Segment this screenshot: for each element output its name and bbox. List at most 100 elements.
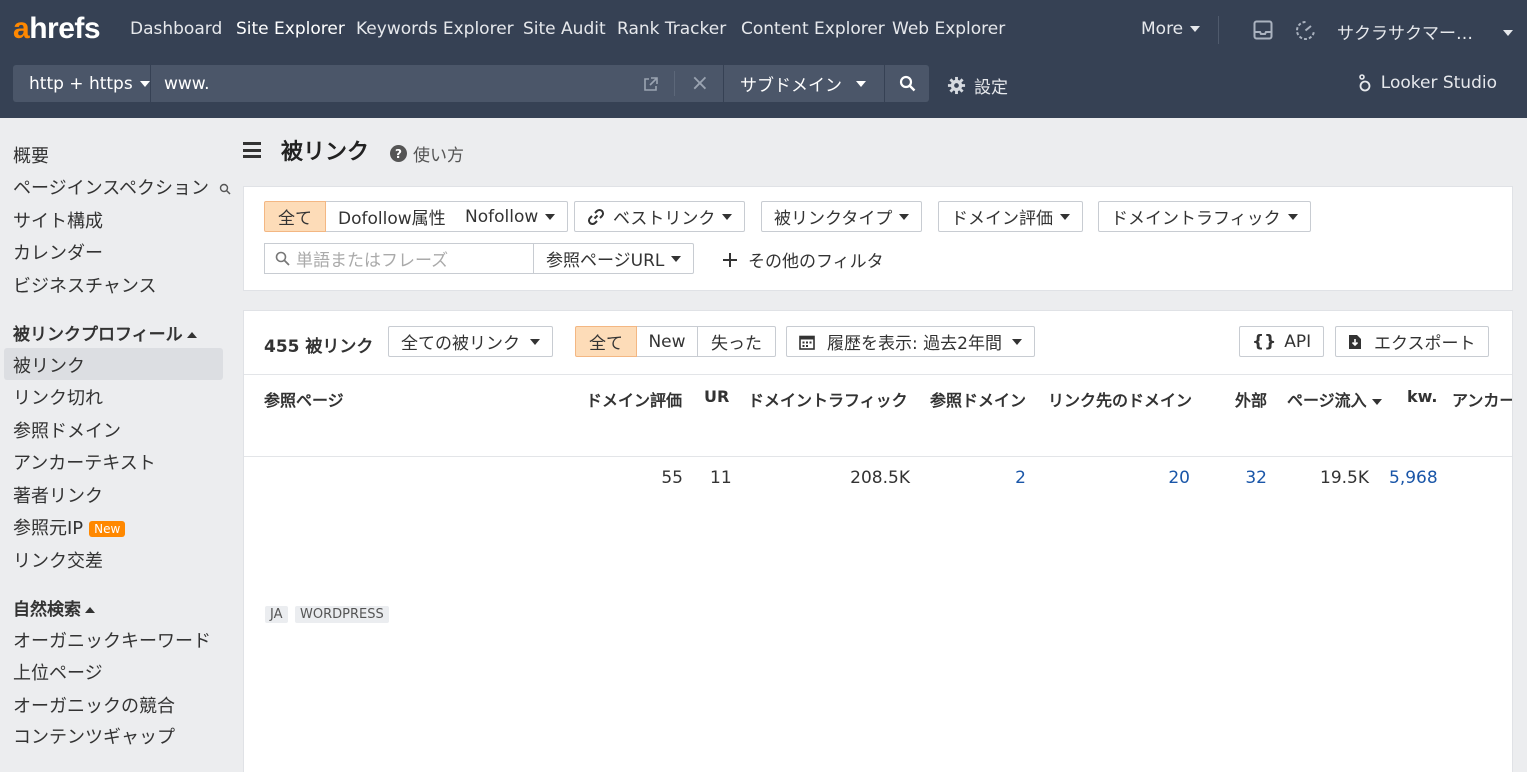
sidebar-item-top-pages[interactable]: 上位ページ bbox=[13, 659, 103, 685]
looker-studio-button[interactable]: Looker Studio bbox=[1357, 73, 1497, 93]
chevron-down-icon bbox=[545, 213, 556, 220]
nav-site-explorer[interactable]: Site Explorer bbox=[236, 19, 345, 39]
settings-button[interactable]: 設定 bbox=[947, 73, 1008, 98]
cell-linked-domains[interactable]: 20 bbox=[1168, 468, 1190, 488]
sidebar-item-referring-ips[interactable]: 参照元IP New bbox=[13, 514, 126, 540]
account-chevron-icon[interactable] bbox=[1503, 23, 1513, 43]
search-button[interactable] bbox=[885, 65, 929, 102]
col-header-external[interactable]: 外部 bbox=[1235, 387, 1267, 411]
nav-keywords-explorer[interactable]: Keywords Explorer bbox=[356, 19, 514, 39]
sidebar-item-page-inspection[interactable]: ページインスペクション bbox=[13, 174, 231, 200]
sidebar-item-broken-links[interactable]: リンク切れ bbox=[13, 384, 103, 410]
segment-new-button[interactable]: New bbox=[637, 326, 698, 357]
export-button[interactable]: エクスポート bbox=[1335, 326, 1489, 357]
sort-desc-icon bbox=[1371, 398, 1382, 405]
filter-domain-traffic-button[interactable]: ドメイントラフィック bbox=[1098, 201, 1311, 232]
link-icon bbox=[587, 208, 605, 225]
target-bar: http + https www. × サブドメイン 設定 Looker Stu… bbox=[0, 60, 1527, 118]
account-menu[interactable]: サクラサクマー… bbox=[1337, 19, 1473, 44]
filter-nofollow-button[interactable]: Nofollow bbox=[453, 201, 569, 232]
filter-best-link-button[interactable]: ベストリンク bbox=[574, 201, 746, 232]
chevron-down-icon bbox=[1190, 26, 1201, 32]
col-header-domain-rating[interactable]: ドメイン評価 bbox=[586, 387, 682, 411]
keyword-search-input[interactable]: 単語またはフレーズ bbox=[264, 243, 534, 274]
more-filters-label: その他のフィルタ bbox=[748, 252, 884, 272]
col-header-domain-traffic[interactable]: ドメイントラフィック bbox=[748, 387, 908, 411]
sidebar-item-calendar[interactable]: カレンダー bbox=[13, 239, 103, 265]
cell-domain-rating: 55 bbox=[661, 468, 683, 488]
search-icon bbox=[275, 251, 290, 266]
new-badge: New bbox=[89, 521, 126, 537]
inbox-icon[interactable] bbox=[1253, 20, 1273, 40]
calendar-icon bbox=[799, 335, 815, 350]
settings-label: 設定 bbox=[974, 78, 1008, 98]
braces-icon: {} bbox=[1252, 331, 1277, 352]
sidebar-item-organic-keywords[interactable]: オーガニックキーワード bbox=[13, 627, 211, 653]
protocol-select[interactable]: http + https bbox=[13, 65, 150, 102]
ahrefs-logo[interactable]: ahrefs bbox=[13, 12, 101, 46]
nav-dashboard[interactable]: Dashboard bbox=[130, 19, 222, 39]
cell-referring-domains[interactable]: 2 bbox=[1015, 468, 1026, 488]
search-icon bbox=[219, 183, 231, 195]
target-url-value: www. bbox=[164, 73, 210, 94]
col-header-anchor[interactable]: アンカー bbox=[1452, 387, 1512, 411]
sidebar: 概要 ページインスペクション サイト構成 カレンダー ビジネスチャンス 被リンク… bbox=[0, 118, 232, 772]
chevron-down-icon bbox=[671, 255, 682, 262]
segment-lost-button[interactable]: 失った bbox=[698, 326, 776, 357]
col-header-ur[interactable]: UR bbox=[704, 387, 729, 406]
filter-domain-rating-button[interactable]: ドメイン評価 bbox=[938, 201, 1083, 232]
keyword-search-placeholder: 単語またはフレーズ bbox=[296, 251, 449, 271]
nav-content-explorer[interactable]: Content Explorer bbox=[741, 19, 885, 39]
cell-ur: 11 bbox=[710, 468, 732, 488]
plus-icon bbox=[723, 252, 737, 267]
sidebar-section-backlink-profile[interactable]: 被リンクプロフィール bbox=[13, 320, 197, 345]
cell-keywords[interactable]: 5,968 bbox=[1389, 468, 1438, 488]
col-header-referring-page[interactable]: 参照ページ bbox=[264, 387, 344, 411]
divider bbox=[244, 374, 1512, 375]
col-header-keywords[interactable]: kw. bbox=[1407, 387, 1437, 406]
nav-rank-tracker[interactable]: Rank Tracker bbox=[617, 19, 726, 39]
sidebar-item-author-links[interactable]: 著者リンク bbox=[13, 482, 103, 508]
scope-select[interactable]: サブドメイン bbox=[724, 65, 884, 102]
page-header: 被リンク bbox=[243, 134, 369, 166]
sidebar-item-opportunities[interactable]: ビジネスチャンス bbox=[13, 272, 156, 298]
col-header-page-traffic[interactable]: ページ流入 bbox=[1287, 387, 1382, 411]
more-filters-button[interactable]: その他のフィルタ bbox=[722, 247, 884, 272]
sidebar-item-site-structure[interactable]: サイト構成 bbox=[13, 207, 103, 233]
nav-web-explorer[interactable]: Web Explorer bbox=[892, 19, 1005, 39]
sidebar-item-organic-competitors[interactable]: オーガニックの競合 bbox=[13, 692, 175, 718]
api-button[interactable]: {} API bbox=[1239, 326, 1325, 357]
sidebar-item-overview[interactable]: 概要 bbox=[13, 142, 49, 168]
filter-all-button[interactable]: 全て bbox=[264, 201, 326, 232]
tag-language: JA bbox=[265, 606, 288, 623]
nav-more[interactable]: More bbox=[1141, 19, 1201, 39]
sidebar-item-link-intersect[interactable]: リンク交差 bbox=[13, 547, 103, 573]
ref-page-url-select[interactable]: 参照ページURL bbox=[533, 243, 695, 274]
sidebar-item-referring-domains[interactable]: 参照ドメイン bbox=[13, 417, 121, 443]
sidebar-item-backlinks[interactable]: 被リンク bbox=[13, 352, 85, 378]
filter-dofollow-button[interactable]: Dofollow属性 bbox=[326, 201, 459, 232]
cell-external[interactable]: 32 bbox=[1245, 468, 1267, 488]
chevron-down-icon bbox=[530, 338, 540, 345]
all-backlinks-select[interactable]: 全ての被リンク bbox=[388, 326, 553, 357]
looker-icon bbox=[1358, 74, 1371, 92]
chevron-down-icon bbox=[139, 80, 150, 87]
nav-site-audit[interactable]: Site Audit bbox=[523, 19, 606, 39]
credits-gauge-icon[interactable] bbox=[1295, 20, 1316, 41]
divider bbox=[244, 456, 1512, 457]
col-header-referring-domains[interactable]: 参照ドメイン bbox=[930, 387, 1026, 411]
help-link[interactable]: ? 使い方 bbox=[390, 141, 464, 166]
sidebar-item-anchors[interactable]: アンカーテキスト bbox=[13, 449, 156, 475]
target-url-input[interactable]: www. × bbox=[151, 65, 723, 102]
filter-link-type-button[interactable]: 被リンクタイプ bbox=[761, 201, 923, 232]
external-link-icon[interactable] bbox=[642, 74, 659, 93]
menu-icon[interactable] bbox=[243, 142, 261, 158]
history-select[interactable]: 履歴を表示: 過去2年間 bbox=[786, 326, 1035, 357]
sidebar-section-organic[interactable]: 自然検索 bbox=[13, 595, 95, 620]
chevron-down-icon bbox=[899, 213, 910, 220]
segment-all-button[interactable]: 全て bbox=[575, 326, 637, 357]
chevron-down-icon bbox=[1287, 213, 1298, 220]
clear-icon[interactable]: × bbox=[691, 71, 709, 96]
col-header-linked-domains[interactable]: リンク先のドメイン bbox=[1048, 387, 1192, 411]
sidebar-item-content-gap[interactable]: コンテンツギャップ bbox=[13, 723, 175, 749]
